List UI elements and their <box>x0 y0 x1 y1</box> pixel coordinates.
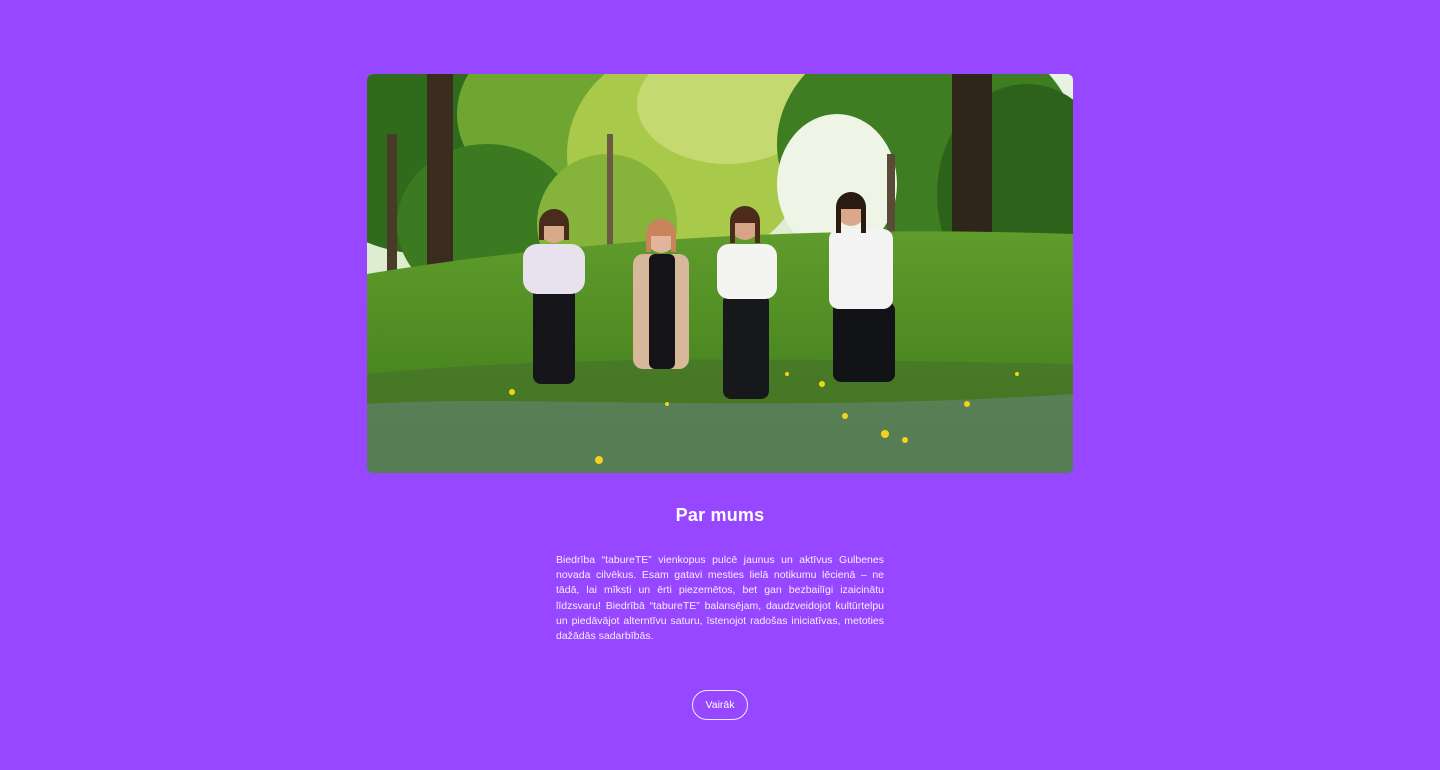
about-description: Biedrība “tabureTE” vienkopus pulcē jaun… <box>556 554 884 643</box>
about-title: Par mums <box>675 505 765 525</box>
hero-photo <box>367 74 1073 473</box>
hero-photo-illustration <box>367 74 1073 473</box>
more-button[interactable]: Vairāk <box>692 690 748 720</box>
